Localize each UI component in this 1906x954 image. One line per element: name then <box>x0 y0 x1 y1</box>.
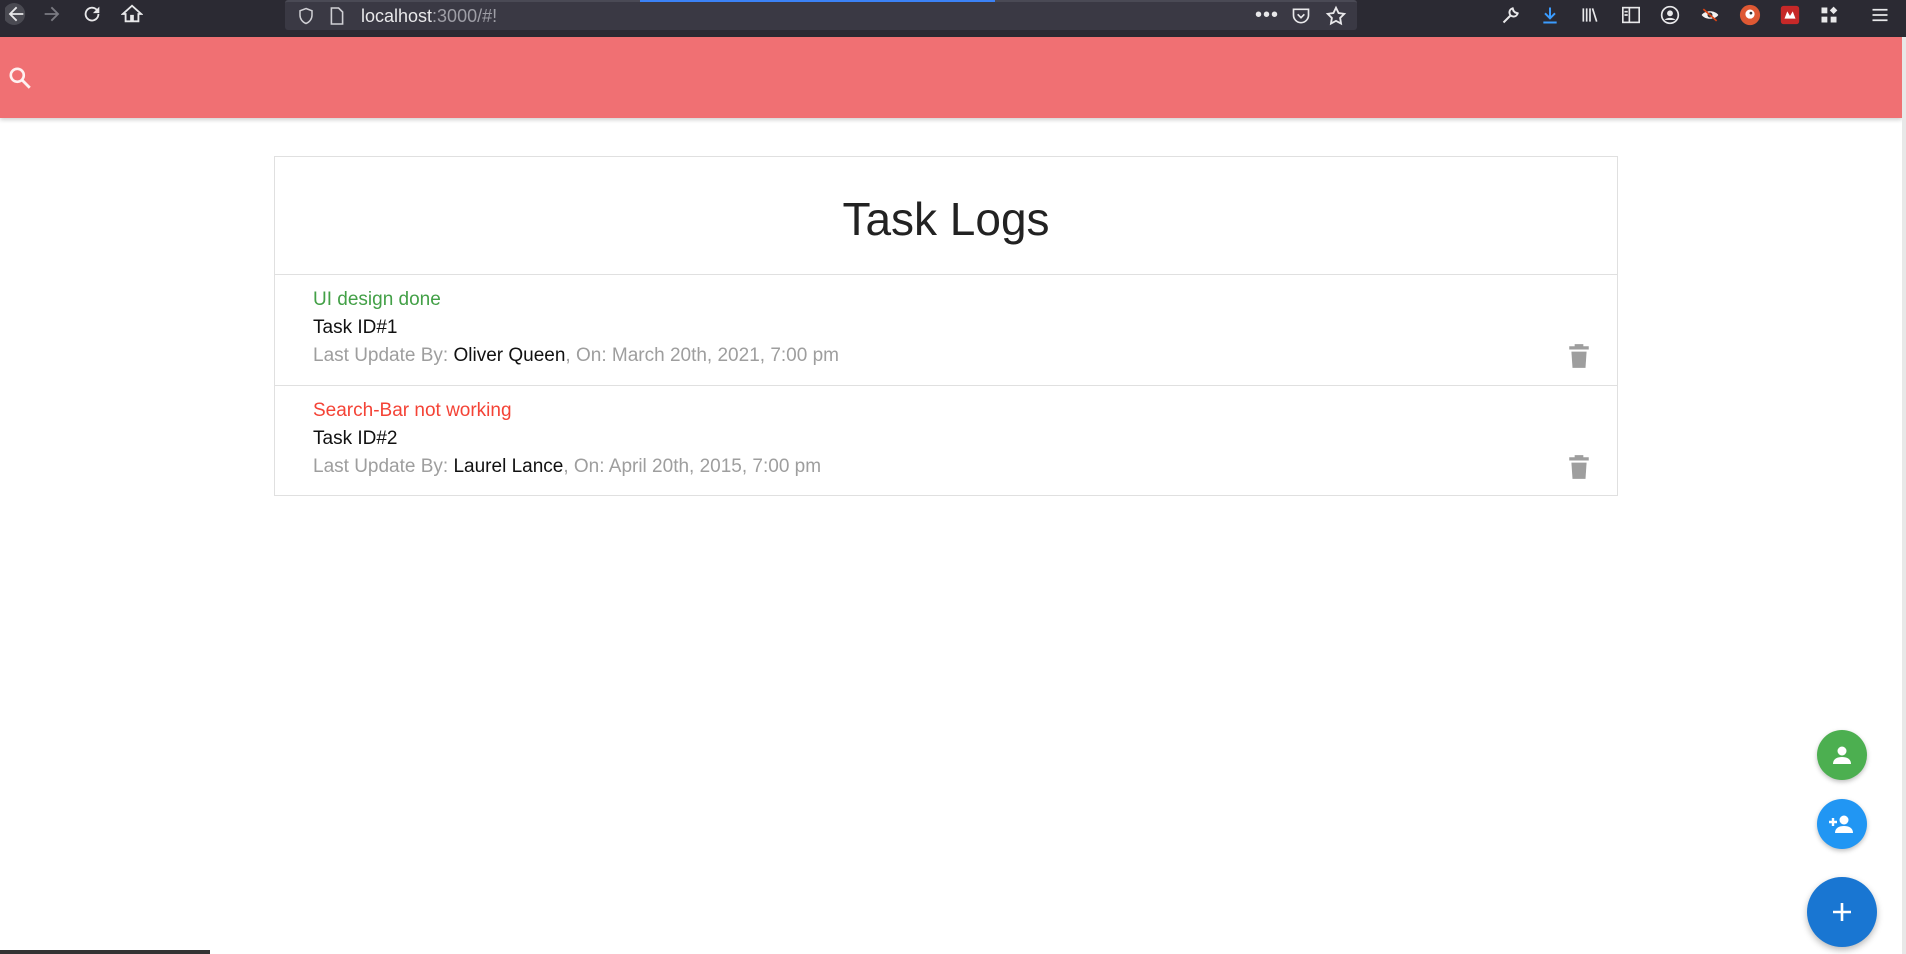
wrench-icon[interactable] <box>1497 2 1525 28</box>
reload-button[interactable] <box>76 0 108 28</box>
meta-prefix: Last Update By: <box>313 345 454 366</box>
pocket-icon[interactable] <box>1291 6 1311 26</box>
log-tech: Oliver Queen <box>453 345 566 366</box>
trash-icon <box>1569 455 1589 479</box>
meta-on: , On: <box>563 456 609 477</box>
log-item: UI design done Task ID#1 Last Update By:… <box>275 275 1617 386</box>
back-icon <box>5 3 26 25</box>
app-header <box>0 37 1902 118</box>
log-date: March 20th, 2021, 7:00 pm <box>611 345 839 366</box>
more-options-icon[interactable]: ••• <box>1255 4 1279 27</box>
url-text[interactable]: localhost:3000/#! <box>361 6 497 27</box>
tab-accent <box>640 0 995 2</box>
person-add-icon <box>1829 815 1853 833</box>
meta-prefix: Last Update By: <box>313 456 454 477</box>
sidebar-icon[interactable] <box>1617 2 1645 28</box>
url-host: localhost <box>361 6 433 26</box>
search-button[interactable] <box>6 64 34 92</box>
log-message-link[interactable]: UI design done <box>313 289 441 311</box>
back-button[interactable] <box>0 0 32 28</box>
log-item: Search-Bar not working Task ID#2 Last Up… <box>275 386 1617 497</box>
meta-on: , On: <box>565 345 612 366</box>
logs-header: Task Logs <box>275 157 1617 275</box>
home-button[interactable] <box>116 0 148 28</box>
log-message-link[interactable]: Search-Bar not working <box>313 400 512 422</box>
person-icon <box>1833 746 1851 764</box>
trash-icon <box>1569 344 1589 368</box>
log-tech: Laurel Lance <box>453 456 564 477</box>
log-date: April 20th, 2015, 7:00 pm <box>608 456 822 477</box>
bookmark-star-icon[interactable] <box>1325 5 1347 27</box>
search-icon <box>9 67 31 89</box>
library-icon[interactable] <box>1576 2 1604 28</box>
log-task-id: Task ID#2 <box>313 428 398 449</box>
log-meta: Last Update By: Oliver Queen, On: March … <box>313 345 839 367</box>
address-bar[interactable]: localhost:3000/#! ••• <box>285 0 1357 30</box>
duckduckgo-icon[interactable] <box>1736 2 1764 28</box>
url-path: :3000/#! <box>432 6 498 26</box>
browser-toolbar: localhost:3000/#! ••• <box>0 0 1906 37</box>
reload-icon <box>84 6 100 22</box>
add-log-button[interactable] <box>1807 877 1877 947</box>
forward-button[interactable] <box>36 0 68 28</box>
menu-icon[interactable] <box>1866 2 1894 28</box>
download-icon[interactable] <box>1536 2 1564 28</box>
add-icon <box>1833 903 1851 921</box>
shield-icon[interactable] <box>297 6 315 26</box>
tech-list-button[interactable] <box>1817 730 1867 780</box>
extension-eye-icon[interactable] <box>1696 2 1724 28</box>
scrollbar[interactable] <box>1902 37 1906 954</box>
extension-red-icon[interactable] <box>1776 2 1804 28</box>
extensions-grid-icon[interactable] <box>1815 2 1843 28</box>
log-task-id: Task ID#1 <box>313 317 398 338</box>
delete-log-button[interactable] <box>1565 452 1593 482</box>
status-bar <box>0 950 210 954</box>
forward-icon <box>44 6 60 22</box>
add-tech-button[interactable] <box>1817 799 1867 849</box>
logs-collection: Task Logs UI design done Task ID#1 Last … <box>274 156 1618 496</box>
home-icon <box>121 4 143 23</box>
log-meta: Last Update By: Laurel Lance, On: April … <box>313 456 821 478</box>
delete-log-button[interactable] <box>1565 341 1593 371</box>
account-icon[interactable] <box>1656 2 1684 28</box>
page-icon <box>329 6 345 26</box>
page-title: Task Logs <box>842 192 1050 245</box>
